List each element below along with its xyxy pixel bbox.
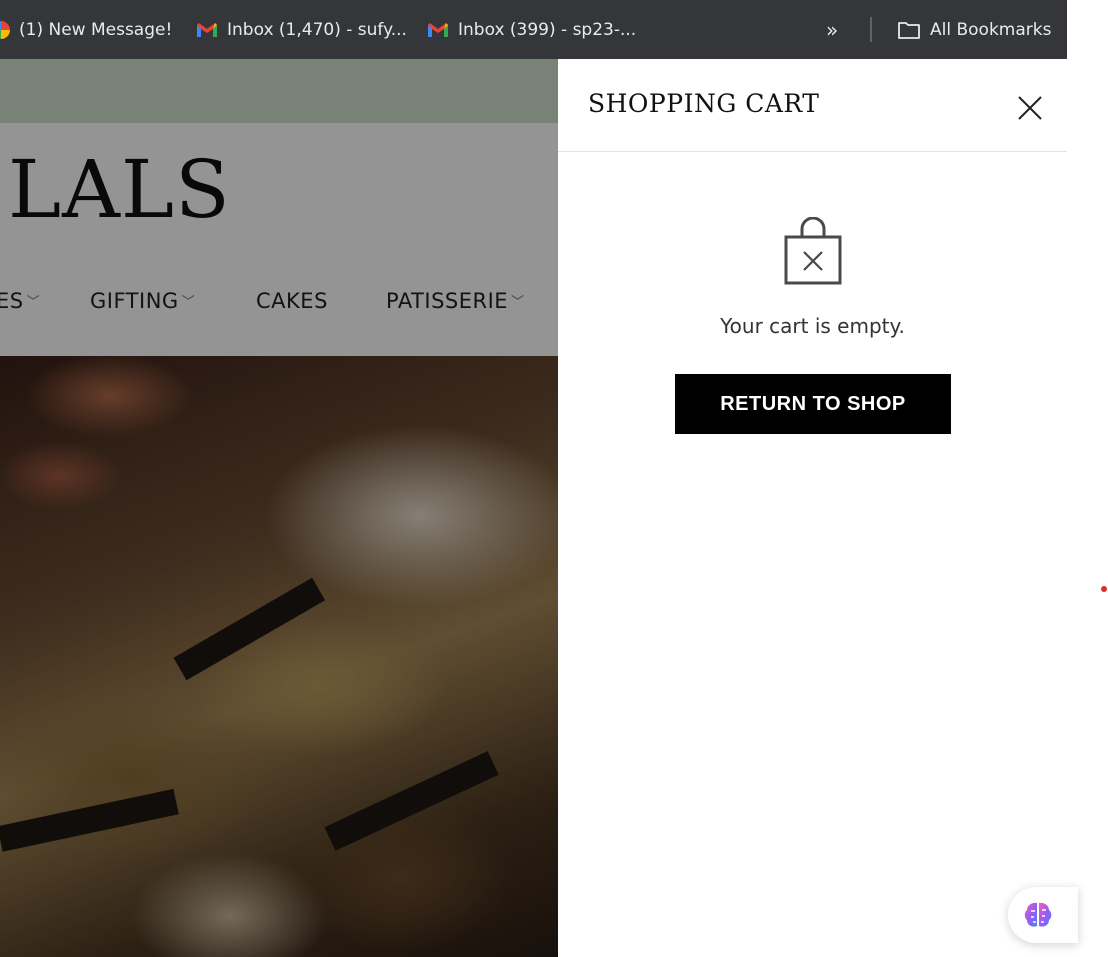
bookmark-label: All Bookmarks	[930, 19, 1052, 40]
shopping-bag-icon	[783, 216, 843, 287]
close-icon	[1018, 96, 1042, 120]
bookmarks-divider	[870, 17, 872, 42]
close-cart-button[interactable]	[1014, 92, 1046, 124]
brain-icon	[1024, 902, 1052, 927]
indicator-dot	[1101, 586, 1107, 592]
bookmarks-bar: (1) New Message! Inbox (1,470) - sufy...…	[0, 0, 1067, 59]
page-edge	[1067, 0, 1108, 957]
bookmark-new-message[interactable]: (1) New Message!	[0, 0, 172, 59]
return-to-shop-button[interactable]: RETURN TO SHOP	[675, 374, 951, 434]
cart-header: SHOPPING CART	[558, 59, 1067, 152]
ai-assistant-button[interactable]	[1008, 887, 1078, 943]
background-website: LALS ES ﹀ GIFTING ﹀ CAKES PATISSERIE ﹀	[0, 59, 558, 957]
dim-overlay[interactable]	[0, 59, 558, 957]
bookmark-inbox-sp23[interactable]: Inbox (399) - sp23-...	[427, 0, 636, 59]
bookmark-label: (1) New Message!	[19, 19, 173, 40]
cart-drawer: SHOPPING CART Your cart is empty. RETURN…	[558, 59, 1067, 957]
double-chevron-icon: »	[826, 17, 839, 42]
bookmark-inbox-sufy[interactable]: Inbox (1,470) - sufy...	[196, 0, 407, 59]
cart-title: SHOPPING CART	[588, 89, 820, 118]
folder-icon	[898, 21, 920, 39]
empty-cart-message: Your cart is empty.	[720, 314, 905, 338]
site-favicon-icon	[0, 20, 10, 39]
gmail-icon	[197, 22, 217, 37]
bookmark-label: Inbox (1,470) - sufy...	[227, 19, 407, 40]
all-bookmarks-button[interactable]: All Bookmarks	[897, 0, 1051, 59]
gmail-icon	[428, 22, 448, 37]
bookmark-label: Inbox (399) - sp23-...	[458, 19, 637, 40]
more-bookmarks-button[interactable]: »	[826, 0, 838, 59]
